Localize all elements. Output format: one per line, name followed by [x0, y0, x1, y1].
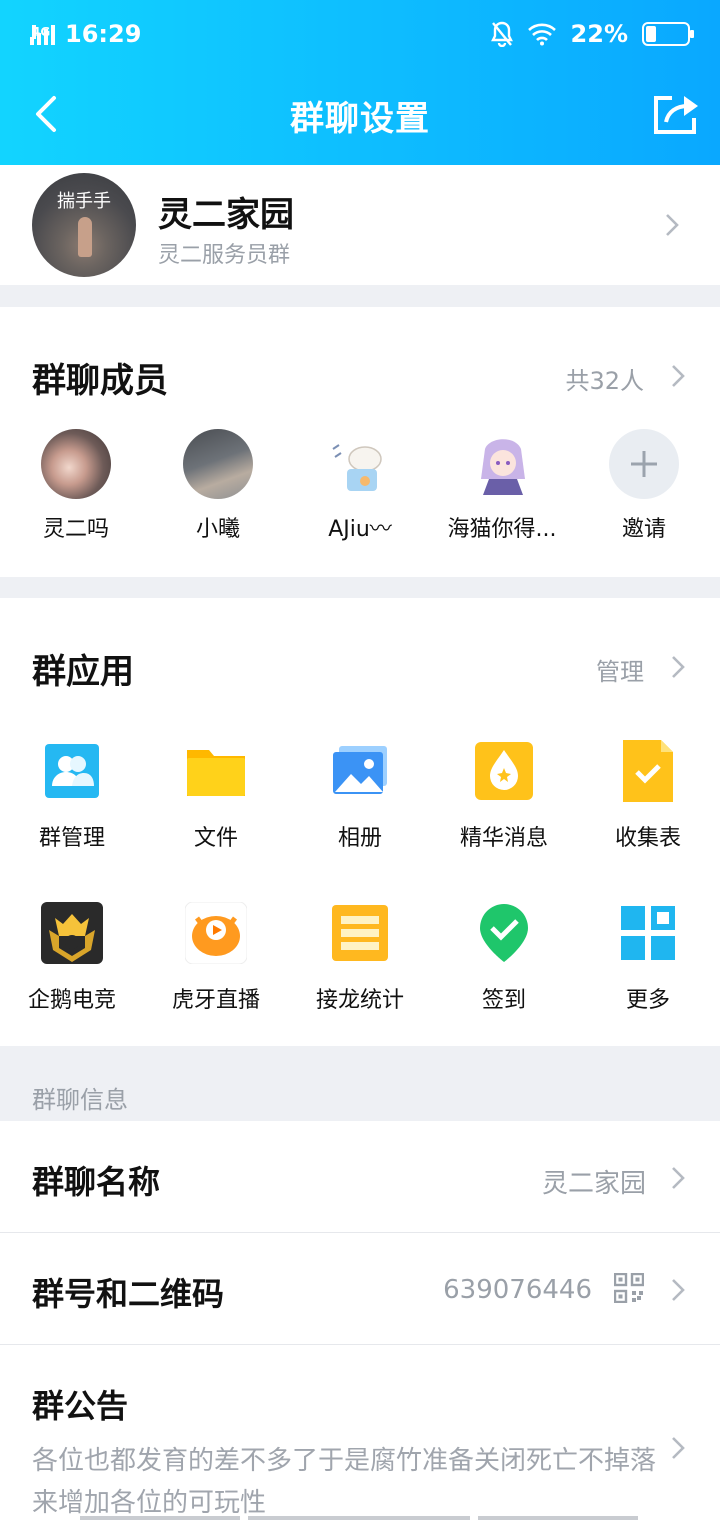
member-avatar [41, 429, 111, 499]
chevron-right-icon[interactable] [670, 363, 686, 389]
more-grid-icon [617, 902, 679, 964]
member-name: 灵二吗 [42, 517, 109, 542]
cellular-signal-icon: 4G [30, 23, 55, 45]
mute-bell-icon [490, 21, 513, 47]
folder-icon [185, 740, 247, 802]
nav-bar: 群聊设置 [0, 80, 720, 150]
battery-icon [642, 22, 694, 46]
penguin-esports-icon [41, 902, 103, 964]
app-label: 文件 [193, 826, 238, 851]
app-penguin-esports[interactable]: 企鹅电竞 [7, 902, 137, 1014]
apps-title: 群应用 [32, 652, 134, 692]
back-arrow-icon[interactable] [30, 94, 66, 134]
invite-label: 邀请 [621, 517, 666, 542]
member-item[interactable]: 海猫你得... [437, 429, 567, 543]
share-icon[interactable] [652, 92, 702, 136]
app-label: 企鹅电竞 [27, 988, 116, 1013]
app-label: 相册 [337, 826, 382, 851]
group-profile-card[interactable]: 揣手手 灵二家园 灵二服务员群 [0, 165, 720, 285]
chevron-right-icon [672, 1279, 685, 1301]
group-name-value: 灵二家园 [541, 1169, 646, 1199]
checkin-icon [473, 902, 535, 964]
app-label: 群管理 [38, 826, 105, 851]
member-name: AJiu〰 [328, 517, 392, 542]
info-section-label: 群聊信息 [32, 1086, 128, 1114]
app-form[interactable]: 收集表 [583, 740, 713, 852]
qr-code-icon [614, 1273, 644, 1303]
app-label: 精华消息 [459, 826, 548, 851]
group-number-label: 群号和二维码 [32, 1275, 225, 1313]
member-item[interactable]: 小曦 [153, 429, 283, 543]
app-essence[interactable]: 精华消息 [439, 740, 569, 852]
app-album[interactable]: 相册 [295, 740, 425, 852]
member-name: 小曦 [195, 517, 240, 542]
huya-icon [184, 901, 248, 965]
battery-percent: 22% [570, 20, 628, 48]
wifi-icon [527, 23, 556, 46]
status-time: 16:29 [65, 20, 142, 48]
group-subtitle: 灵二服务员群 [158, 243, 291, 268]
invite-button[interactable]: 邀请 [579, 429, 709, 543]
chevron-right-icon[interactable] [670, 654, 686, 680]
app-list-stats[interactable]: 接龙统计 [295, 902, 425, 1014]
chevron-right-icon [672, 1437, 685, 1459]
essence-icon [473, 740, 535, 802]
app-label: 虎牙直播 [171, 988, 260, 1013]
group-number-value: 639076446 [443, 1275, 592, 1305]
app-more[interactable]: 更多 [583, 902, 713, 1014]
app-label: 签到 [481, 988, 526, 1013]
app-label: 接龙统计 [315, 988, 404, 1013]
member-count[interactable]: 共32人 [565, 361, 644, 396]
group-apps-card: 群应用 管理 群管理 文件 相册 精华消息 收集表 企鹅电竞 虎牙直播 接龙统计… [0, 598, 720, 1046]
member-avatar [467, 429, 537, 499]
album-icon [329, 740, 391, 802]
header-bar: 4G 16:29 22% 群聊设置 [0, 0, 720, 165]
app-label: 收集表 [614, 826, 681, 851]
member-name: 海猫你得... [447, 517, 557, 542]
group-name: 灵二家园 [158, 195, 294, 235]
member-avatar [183, 429, 253, 499]
app-group-manage[interactable]: 群管理 [7, 740, 137, 852]
list-stats-icon [329, 902, 391, 964]
member-item[interactable]: AJiu〰 [295, 429, 425, 543]
member-avatar [325, 429, 395, 499]
status-bar: 4G 16:29 22% [30, 14, 694, 54]
page-title: 群聊设置 [290, 98, 430, 139]
member-item[interactable]: 灵二吗 [11, 429, 141, 543]
group-avatar-caption: 揣手手 [57, 191, 111, 212]
chevron-right-icon [666, 214, 679, 236]
members-title: 群聊成员 [32, 361, 168, 401]
form-icon [617, 740, 679, 802]
home-indicator [478, 1516, 638, 1520]
app-huya[interactable]: 虎牙直播 [151, 901, 281, 1014]
app-checkin[interactable]: 签到 [439, 902, 569, 1014]
group-notice-label: 群公告 [32, 1387, 129, 1425]
home-indicator [80, 1516, 240, 1520]
network-type: 4G [32, 25, 51, 39]
home-indicator [248, 1516, 470, 1520]
app-files[interactable]: 文件 [151, 740, 281, 852]
group-avatar[interactable]: 揣手手 [32, 173, 136, 277]
members-card: 群聊成员 共32人 灵二吗 小曦 AJiu〰 海猫你得... 邀请 [0, 307, 720, 577]
app-label: 更多 [625, 988, 670, 1013]
chevron-right-icon [672, 1167, 685, 1189]
apps-manage-link[interactable]: 管理 [596, 652, 644, 687]
plus-icon [609, 429, 679, 499]
group-name-row[interactable]: 群聊名称 灵二家园 [0, 1121, 720, 1232]
group-name-label: 群聊名称 [32, 1163, 161, 1201]
group-manage-icon [41, 740, 103, 802]
group-number-row[interactable]: 群号和二维码 639076446 [0, 1233, 720, 1344]
group-notice-text: 各位也都发育的差不多了于是腐竹准备关闭死亡不掉落来增加各位的可玩性 [32, 1446, 657, 1518]
